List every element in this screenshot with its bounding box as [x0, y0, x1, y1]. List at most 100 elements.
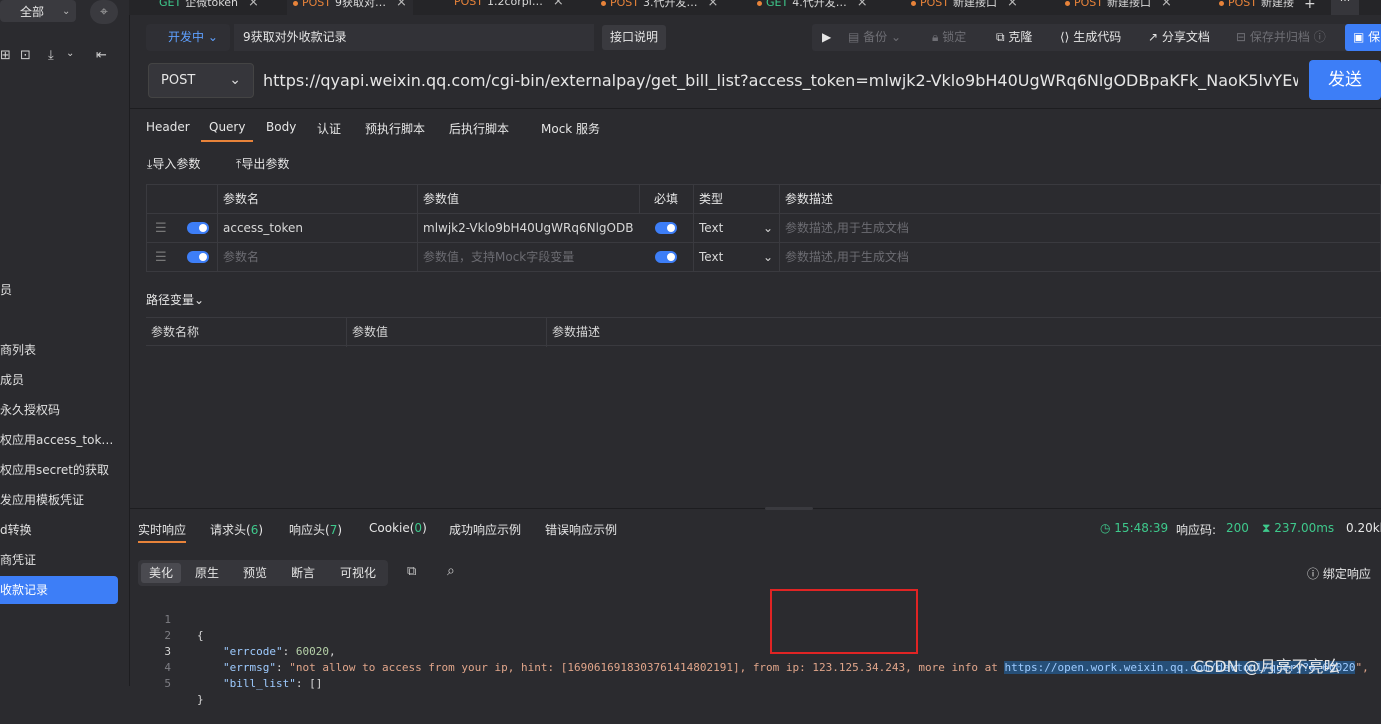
tab-mock[interactable]: Mock 服务 — [541, 120, 600, 140]
tab-body[interactable]: Body — [266, 120, 296, 140]
param-value[interactable]: mlwjk2-Vklo9bH40UgWRq6NlgODB — [417, 214, 639, 243]
tab-cookie[interactable]: Cookie(0) — [369, 521, 427, 535]
chevron-down-icon[interactable]: ⌄ — [66, 48, 74, 59]
run-icon[interactable]: ▶ — [822, 24, 831, 51]
col-header: 参数名称 — [151, 325, 200, 339]
format-pretty[interactable]: 美化 — [141, 563, 182, 583]
enable-toggle[interactable] — [187, 251, 209, 263]
param-name[interactable]: 参数名 — [217, 243, 417, 272]
tab[interactable]: GET 企微token × — [159, 0, 259, 15]
tab[interactable]: POST 新建接口 × — [1065, 0, 1172, 15]
chevron-down-icon: ⌄ — [62, 5, 71, 17]
param-name[interactable]: access_token — [217, 214, 417, 243]
api-name-input[interactable]: 9获取对外收款记录 — [234, 24, 594, 51]
sidebar-item[interactable]: 成员 — [0, 366, 129, 394]
download-icon[interactable]: ⤓ — [48, 48, 54, 63]
filter-select[interactable]: 全部 ⌄ — [0, 0, 76, 22]
send-button[interactable]: 发送 — [1309, 60, 1381, 100]
tab-post-script[interactable]: 后执行脚本 — [449, 120, 509, 140]
close-icon[interactable]: × — [248, 0, 259, 10]
backup-button[interactable]: ▤ 备份 ⌄ — [848, 24, 901, 51]
sidebar-item[interactable]: 商列表 — [0, 336, 129, 364]
save-button[interactable]: ▣ 保 — [1345, 24, 1381, 51]
enable-toggle[interactable] — [187, 222, 209, 234]
tab-response-headers[interactable]: 响应头(7) — [289, 521, 342, 538]
action-toolbar: ▶ ▤ 备份 ⌄ 🔒︎ 锁定 ⧉ 克隆 ⟨⟩ 生成代码 ↗ 分享文档 ⊟ 保存并… — [812, 24, 1381, 51]
bind-response-button[interactable]: ⓘ 绑定响应 — [1307, 565, 1371, 582]
close-icon[interactable]: × — [1161, 0, 1172, 10]
close-icon[interactable]: × — [1007, 0, 1018, 10]
tab[interactable]: POST 新建接 — [1219, 0, 1294, 15]
more-icon[interactable]: ··· — [1331, 0, 1359, 15]
table-row: ☰ 参数名 参数值，支持Mock字段变量 Text ⌄ 参数描述,用于生成文档 — [147, 243, 1381, 272]
tab-header[interactable]: Header — [146, 120, 190, 140]
response-time: ◷ 15:48:39 — [1100, 521, 1169, 535]
format-visualize[interactable]: 可视化 — [332, 563, 384, 583]
chevron-down-icon: ⌄ — [207, 30, 218, 44]
export-params-button[interactable]: ⤒导出参数 — [236, 155, 289, 172]
new-folder-icon[interactable]: ⊡ — [20, 48, 31, 63]
col-header: 参数描述 — [779, 185, 1371, 214]
copy-icon[interactable]: ⧉ — [407, 564, 416, 579]
tab-error-example[interactable]: 错误响应示例 — [545, 521, 617, 538]
response-duration: ⧗ 237.00ms — [1262, 521, 1335, 535]
format-raw[interactable]: 原生 — [187, 563, 227, 583]
sidebar-item[interactable]: 发应用模板凭证 — [0, 486, 129, 514]
status-select[interactable]: 开发中 ⌄ — [146, 24, 230, 51]
filter-label: 全部 — [20, 4, 45, 19]
collapse-icon[interactable]: ⇤ — [96, 48, 107, 63]
tab[interactable]: GET 4.代开发… × — [757, 0, 868, 15]
divider — [129, 108, 1381, 109]
tab-request-headers[interactable]: 请求头(6) — [210, 521, 263, 538]
sidebar-item[interactable]: 员 — [0, 276, 129, 304]
format-assert[interactable]: 断言 — [283, 563, 323, 583]
drag-handle-icon[interactable]: ☰ — [147, 214, 177, 243]
code-line: 4 "bill_list": [] — [164, 661, 323, 690]
format-preview[interactable]: 预览 — [235, 563, 275, 583]
close-icon[interactable]: × — [396, 0, 407, 10]
tab[interactable]: POST 1.2corpi… × — [454, 0, 564, 15]
response-code: 200 — [1226, 521, 1249, 535]
resize-handle[interactable] — [765, 507, 813, 510]
sidebar-item[interactable]: d转换 — [0, 516, 129, 544]
locate-icon[interactable]: ⌖ — [90, 0, 118, 24]
type-select[interactable]: Text ⌄ — [693, 214, 779, 243]
share-doc-button[interactable]: ↗ 分享文档 — [1148, 24, 1210, 51]
url-input[interactable]: https://qyapi.weixin.qq.com/cgi-bin/exte… — [258, 63, 1298, 98]
tab[interactable]: POST 新建接口 × — [911, 0, 1018, 15]
close-icon[interactable]: × — [553, 0, 564, 9]
save-archive-button[interactable]: ⊟ 保存并归档 ⓘ — [1236, 24, 1326, 51]
close-icon[interactable]: × — [708, 0, 719, 10]
path-vars-toggle[interactable]: 路径变量⌄ — [146, 291, 204, 308]
tab-success-example[interactable]: 成功响应示例 — [449, 521, 521, 538]
tab-active[interactable]: POST 9获取对… × — [287, 0, 413, 15]
sidebar-item[interactable]: 商凭证 — [0, 546, 129, 574]
tab-query[interactable]: Query — [201, 120, 254, 142]
type-select[interactable]: Text ⌄ — [693, 243, 779, 272]
close-icon[interactable]: × — [857, 0, 868, 10]
drag-handle-icon[interactable]: ☰ — [147, 243, 177, 272]
tab-live-response[interactable]: 实时响应 — [138, 521, 187, 543]
tab[interactable]: POST 3.代开发… × — [601, 0, 718, 15]
param-desc[interactable]: 参数描述,用于生成文档 — [779, 243, 1371, 272]
sidebar-item[interactable]: 永久授权码 — [0, 396, 129, 424]
required-toggle[interactable] — [655, 222, 677, 234]
param-desc[interactable]: 参数描述,用于生成文档 — [779, 214, 1371, 243]
required-toggle[interactable] — [655, 251, 677, 263]
sidebar-item[interactable]: 权应用access_tok… — [0, 426, 129, 454]
sidebar-item[interactable]: 权应用secret的获取 — [0, 456, 129, 484]
path-vars-table: 参数名称 参数值 参数描述 — [146, 317, 1381, 347]
gen-code-button[interactable]: ⟨⟩ 生成代码 — [1060, 24, 1121, 51]
lock-button[interactable]: 🔒︎ 锁定 — [932, 24, 966, 51]
clone-button[interactable]: ⧉ 克隆 — [996, 24, 1032, 51]
sidebar-item-active[interactable]: 收款记录 — [0, 576, 118, 604]
grid-icon[interactable]: ⊞ — [0, 48, 11, 63]
search-icon[interactable]: ⌕ — [447, 563, 455, 579]
import-params-button[interactable]: ⤓导入参数 — [147, 155, 200, 172]
tab-auth[interactable]: 认证 — [317, 120, 341, 140]
param-value[interactable]: 参数值，支持Mock字段变量 — [417, 243, 639, 272]
tab-pre-script[interactable]: 预执行脚本 — [365, 120, 425, 140]
add-tab-icon[interactable]: + — [1304, 0, 1316, 15]
api-doc-button[interactable]: 接口说明 — [602, 25, 666, 50]
method-select[interactable]: POST ⌄ — [148, 63, 254, 98]
